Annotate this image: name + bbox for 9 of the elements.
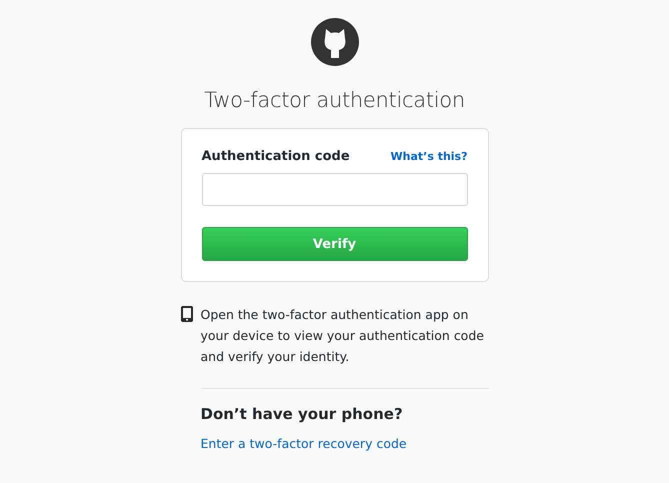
- phone-icon: [180, 306, 192, 322]
- recovery-link[interactable]: Enter a two-factor recovery code: [200, 436, 407, 451]
- page-title: Two-factor authentication: [204, 88, 465, 112]
- instructions-text: Open the two-factor authentication app on your device to view your authentication code and verify your identity.: [200, 306, 485, 366]
- recovery-heading: Don’t have your phone?: [200, 405, 404, 423]
- cat-logo-icon[interactable]: [310, 18, 358, 66]
- field-label: Authentication code: [202, 149, 350, 164]
- help-link[interactable]: What’s this?: [390, 150, 468, 163]
- code-field[interactable]: [202, 173, 468, 206]
